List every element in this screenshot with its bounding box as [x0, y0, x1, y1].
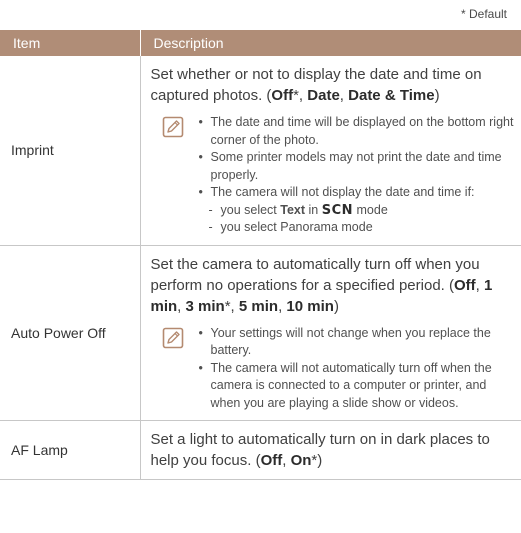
- option-value: 5 min: [238, 297, 279, 315]
- option-value: 10 min: [286, 297, 334, 315]
- subitem-text: you select: [220, 202, 281, 217]
- column-header-item: Item: [0, 30, 140, 56]
- note-item: Your settings will not change when you r…: [199, 325, 516, 360]
- pencil-note-icon: [162, 116, 183, 138]
- option-separator: *): [311, 452, 323, 469]
- option-separator: ,: [475, 276, 485, 294]
- option-separator: *,: [224, 297, 239, 315]
- item-label-af-lamp: AF Lamp: [0, 420, 140, 480]
- description-text: Set whether or not to display the date a…: [151, 64, 516, 106]
- option-separator: ,: [339, 87, 349, 104]
- column-header-description: Description: [139, 30, 521, 56]
- option-separator: ): [333, 297, 339, 315]
- description-cell-imprint: Set whether or not to display the date a…: [139, 56, 521, 246]
- option-value: Off: [271, 87, 294, 104]
- option-value: 3 min: [185, 297, 225, 315]
- description-cell-af-lamp: Set a light to automatically turn on in …: [139, 420, 521, 480]
- option-value: On: [290, 452, 312, 469]
- subitem-text: mode: [353, 202, 388, 217]
- table-row-af-lamp: AF Lamp Set a light to automatically tur…: [0, 420, 521, 480]
- item-label-imprint: Imprint: [0, 56, 140, 246]
- table-row-auto-power-off: Auto Power Off Set the camera to automat…: [0, 245, 521, 421]
- note-subitem: you select Panorama mode: [199, 219, 516, 237]
- option-separator: ,: [282, 452, 291, 469]
- scn-mode-label: SCN: [321, 202, 354, 218]
- option-separator: *,: [293, 87, 308, 104]
- note-list: Your settings will not change when you r…: [199, 325, 516, 413]
- option-separator: ): [434, 87, 440, 104]
- note-item: The camera will not automatically turn o…: [199, 360, 516, 413]
- description-cell-auto-power-off: Set the camera to automatically turn off…: [139, 245, 521, 421]
- mode-name: Text: [280, 202, 306, 217]
- option-separator: ,: [177, 297, 186, 315]
- note-item: The camera will not display the date and…: [199, 184, 516, 202]
- description-text: Set the camera to automatically turn off…: [151, 254, 516, 317]
- note-block: The date and time will be displayed on t…: [151, 114, 516, 237]
- note-block: Your settings will not change when you r…: [151, 325, 516, 413]
- subitem-text: in: [305, 202, 322, 217]
- description-sentence: Set the camera to automatically turn off…: [150, 255, 480, 294]
- description-text: Set a light to automatically turn on in …: [151, 429, 516, 471]
- note-list: The date and time will be displayed on t…: [199, 114, 516, 237]
- settings-table: Item Description Imprint Set whether or …: [0, 30, 521, 480]
- note-subitem: you select Text in SCN mode: [199, 202, 516, 220]
- default-note: * Default: [460, 7, 507, 21]
- option-value: Date: [307, 87, 340, 104]
- table-row-imprint: Imprint Set whether or not to display th…: [0, 56, 521, 246]
- option-value: Date & Time: [348, 87, 435, 104]
- option-value: Off: [454, 276, 476, 294]
- note-item: The date and time will be displayed on t…: [199, 114, 516, 149]
- note-item: Some printer models may not print the da…: [199, 149, 516, 184]
- item-label-auto-power-off: Auto Power Off: [0, 245, 140, 421]
- pencil-note-icon: [162, 327, 183, 348]
- option-value: Off: [260, 452, 283, 469]
- table-header-row: Item Description: [0, 30, 521, 56]
